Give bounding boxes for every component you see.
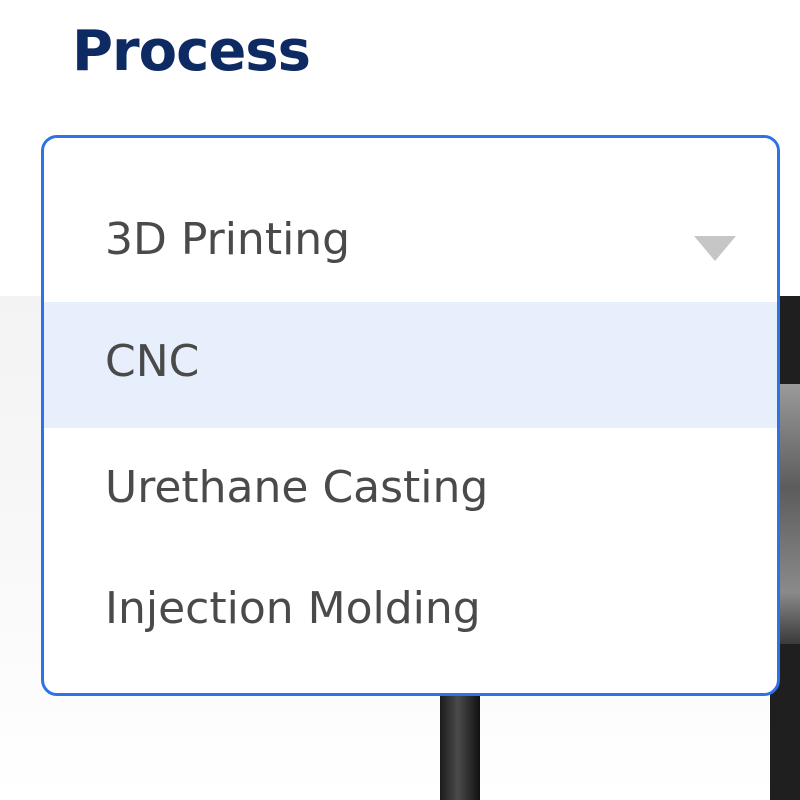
option-cnc[interactable]: CNC [44, 302, 777, 428]
option-injection-molding[interactable]: Injection Molding [44, 549, 777, 670]
option-label: Urethane Casting [105, 462, 489, 513]
process-dropdown[interactable]: 3D Printing CNC Urethane Casting Injecti… [41, 135, 780, 696]
selected-value: 3D Printing [105, 214, 351, 265]
dropdown-selected[interactable]: 3D Printing [44, 138, 777, 302]
dropdown-options: CNC Urethane Casting Injection Molding [44, 302, 777, 670]
page: Process 3D Printing CNC Urethane Casting… [0, 0, 800, 800]
option-label: CNC [105, 336, 200, 387]
background-stand [440, 690, 480, 800]
option-label: Injection Molding [105, 583, 481, 634]
field-label: Process [72, 19, 311, 84]
option-urethane-casting[interactable]: Urethane Casting [44, 428, 777, 549]
chevron-down-icon[interactable] [694, 236, 736, 261]
